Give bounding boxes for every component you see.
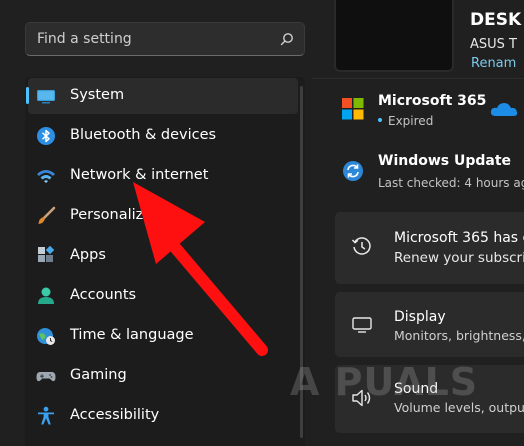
card-subtitle: Monitors, brightness,	[394, 328, 524, 343]
microsoft-logo-icon	[342, 98, 364, 120]
divider	[312, 78, 524, 79]
sidebar-item-system[interactable]: System	[26, 78, 298, 114]
monitor-icon	[37, 90, 55, 104]
sidebar-item-label: Personaliza	[70, 207, 153, 223]
device-wallpaper-thumbnail	[334, 0, 454, 72]
card-title: Display	[394, 309, 446, 325]
sidebar-item-label: Accessibility	[70, 407, 160, 423]
paintbrush-icon	[38, 206, 56, 224]
selection-indicator	[26, 87, 29, 104]
sidebar-item-accounts[interactable]: Accounts	[28, 278, 298, 314]
watermark: A PUALS	[290, 360, 479, 404]
sidebar-item-network[interactable]: Network & internet	[28, 158, 298, 194]
status-dot	[378, 118, 382, 122]
bluetooth-icon	[37, 127, 55, 145]
accessibility-icon	[38, 406, 54, 425]
search-icon[interactable]	[280, 32, 294, 46]
wifi-icon	[37, 170, 55, 183]
m365-status: Expired	[388, 114, 434, 128]
sidebar-item-label: Accounts	[70, 287, 137, 303]
display-card[interactable]: Display Monitors, brightness,	[335, 292, 524, 357]
windows-update-icon	[343, 161, 363, 181]
device-name: DESK	[470, 10, 522, 30]
sidebar-item-label: Network & internet	[70, 167, 209, 183]
sidebar-item-label: Time & language	[70, 327, 194, 343]
m365-notice-card[interactable]: Microsoft 365 has e Renew your subscri	[335, 212, 524, 284]
sidebar-item-label: System	[70, 87, 125, 103]
sidebar-item-label: Gaming	[70, 367, 127, 383]
onedrive-icon[interactable]	[490, 100, 524, 118]
search-box[interactable]	[25, 22, 305, 56]
m365-title[interactable]: Microsoft 365	[378, 93, 486, 109]
globe-clock-icon	[37, 328, 55, 345]
sidebar-item-apps[interactable]: Apps	[28, 238, 298, 274]
sidebar-item-personalization[interactable]: Personaliza	[28, 198, 298, 234]
sidebar-item-accessibility[interactable]: Accessibility	[28, 398, 298, 434]
card-title: Microsoft 365 has e	[394, 230, 524, 246]
apps-icon	[38, 246, 55, 262]
sidebar-item-gaming[interactable]: Gaming	[28, 358, 298, 394]
windows-update-last-checked: Last checked: 4 hours ago	[378, 176, 524, 190]
search-input[interactable]	[26, 23, 266, 55]
person-icon	[38, 287, 54, 304]
device-model: ASUS T	[470, 37, 517, 52]
sidebar-item-label: Bluetooth & devices	[70, 127, 217, 143]
sidebar-item-time-language[interactable]: Time & language	[28, 318, 298, 354]
windows-update-title[interactable]: Windows Update	[378, 153, 511, 169]
rename-link[interactable]: Renam	[471, 56, 516, 71]
sidebar-item-label: Apps	[70, 247, 106, 263]
display-icon	[352, 317, 372, 333]
history-clock-icon	[351, 237, 371, 255]
card-subtitle: Renew your subscri	[394, 250, 524, 266]
gamepad-icon	[36, 372, 56, 382]
sidebar-item-bluetooth[interactable]: Bluetooth & devices	[28, 118, 298, 154]
